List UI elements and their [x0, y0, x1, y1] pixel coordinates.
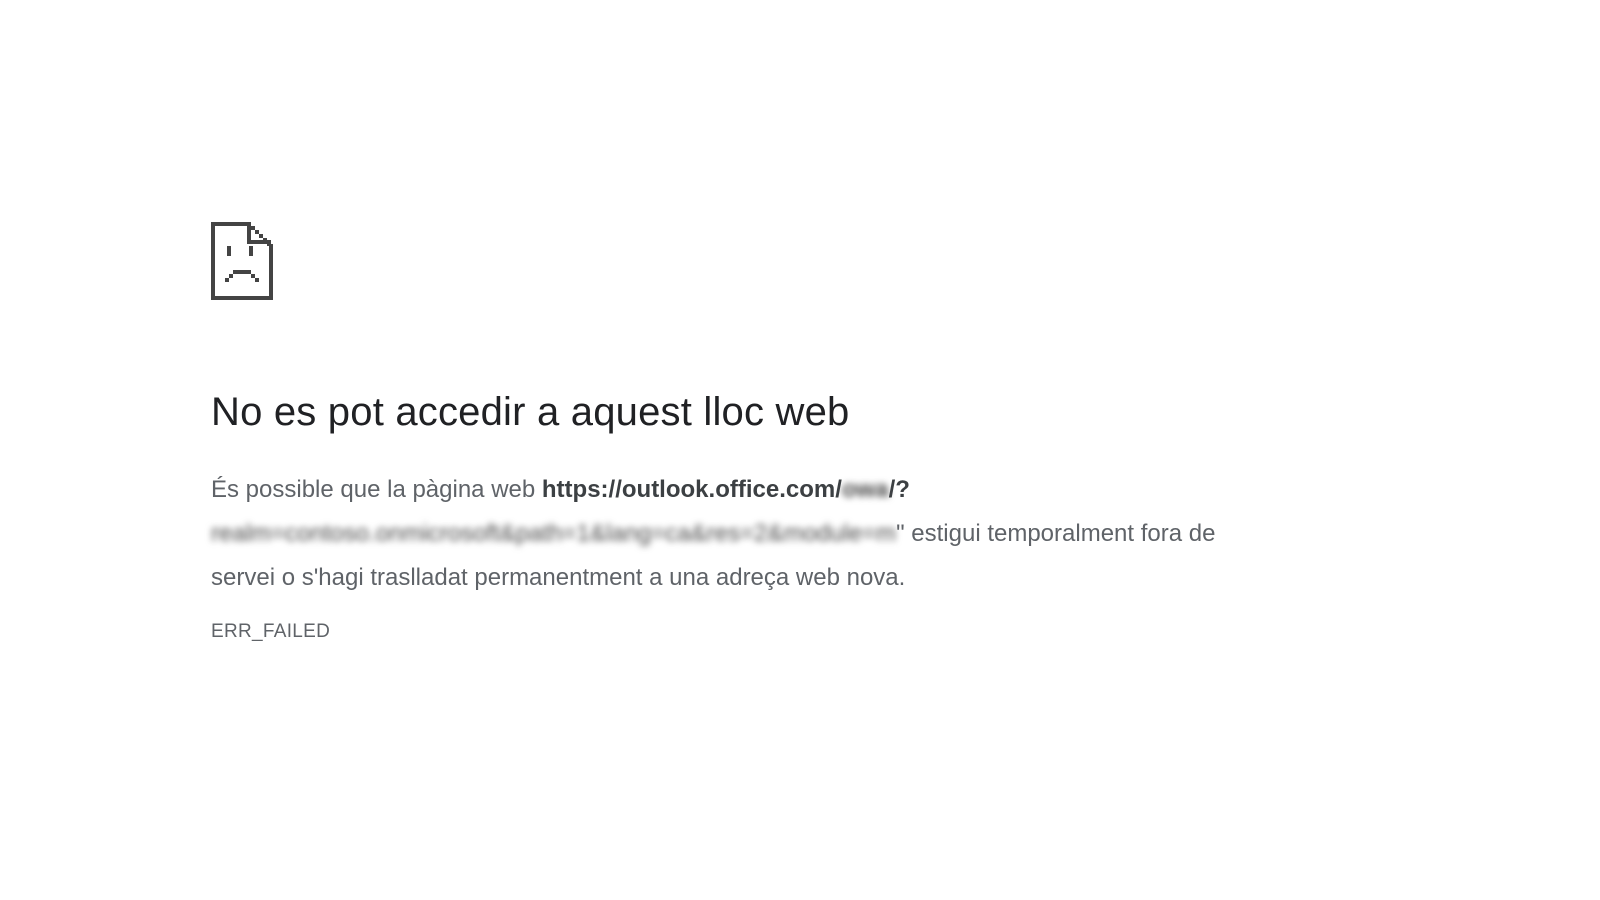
error-description: És possible que la pàgina web https://ou…	[211, 468, 1251, 600]
url-obscured-segment: owa	[841, 476, 889, 503]
error-container: No es pot accedir a aquest lloc web És p…	[211, 222, 1251, 646]
url-separator: /?	[888, 476, 910, 503]
sad-document-icon	[211, 222, 273, 300]
failed-url: https://outlook.office.com/owa/?	[542, 476, 910, 503]
url-tail: "	[896, 520, 905, 547]
description-prefix: És possible que la pàgina web	[211, 476, 542, 503]
url-visible: https://outlook.office.com/	[541, 476, 842, 503]
error-code: ERR_FAILED	[211, 621, 331, 642]
url-obscured-query: realm=contoso.onmicrosoft&path=1&lang=ca…	[211, 520, 897, 547]
page-title: No es pot accedir a aquest lloc web	[211, 390, 850, 434]
